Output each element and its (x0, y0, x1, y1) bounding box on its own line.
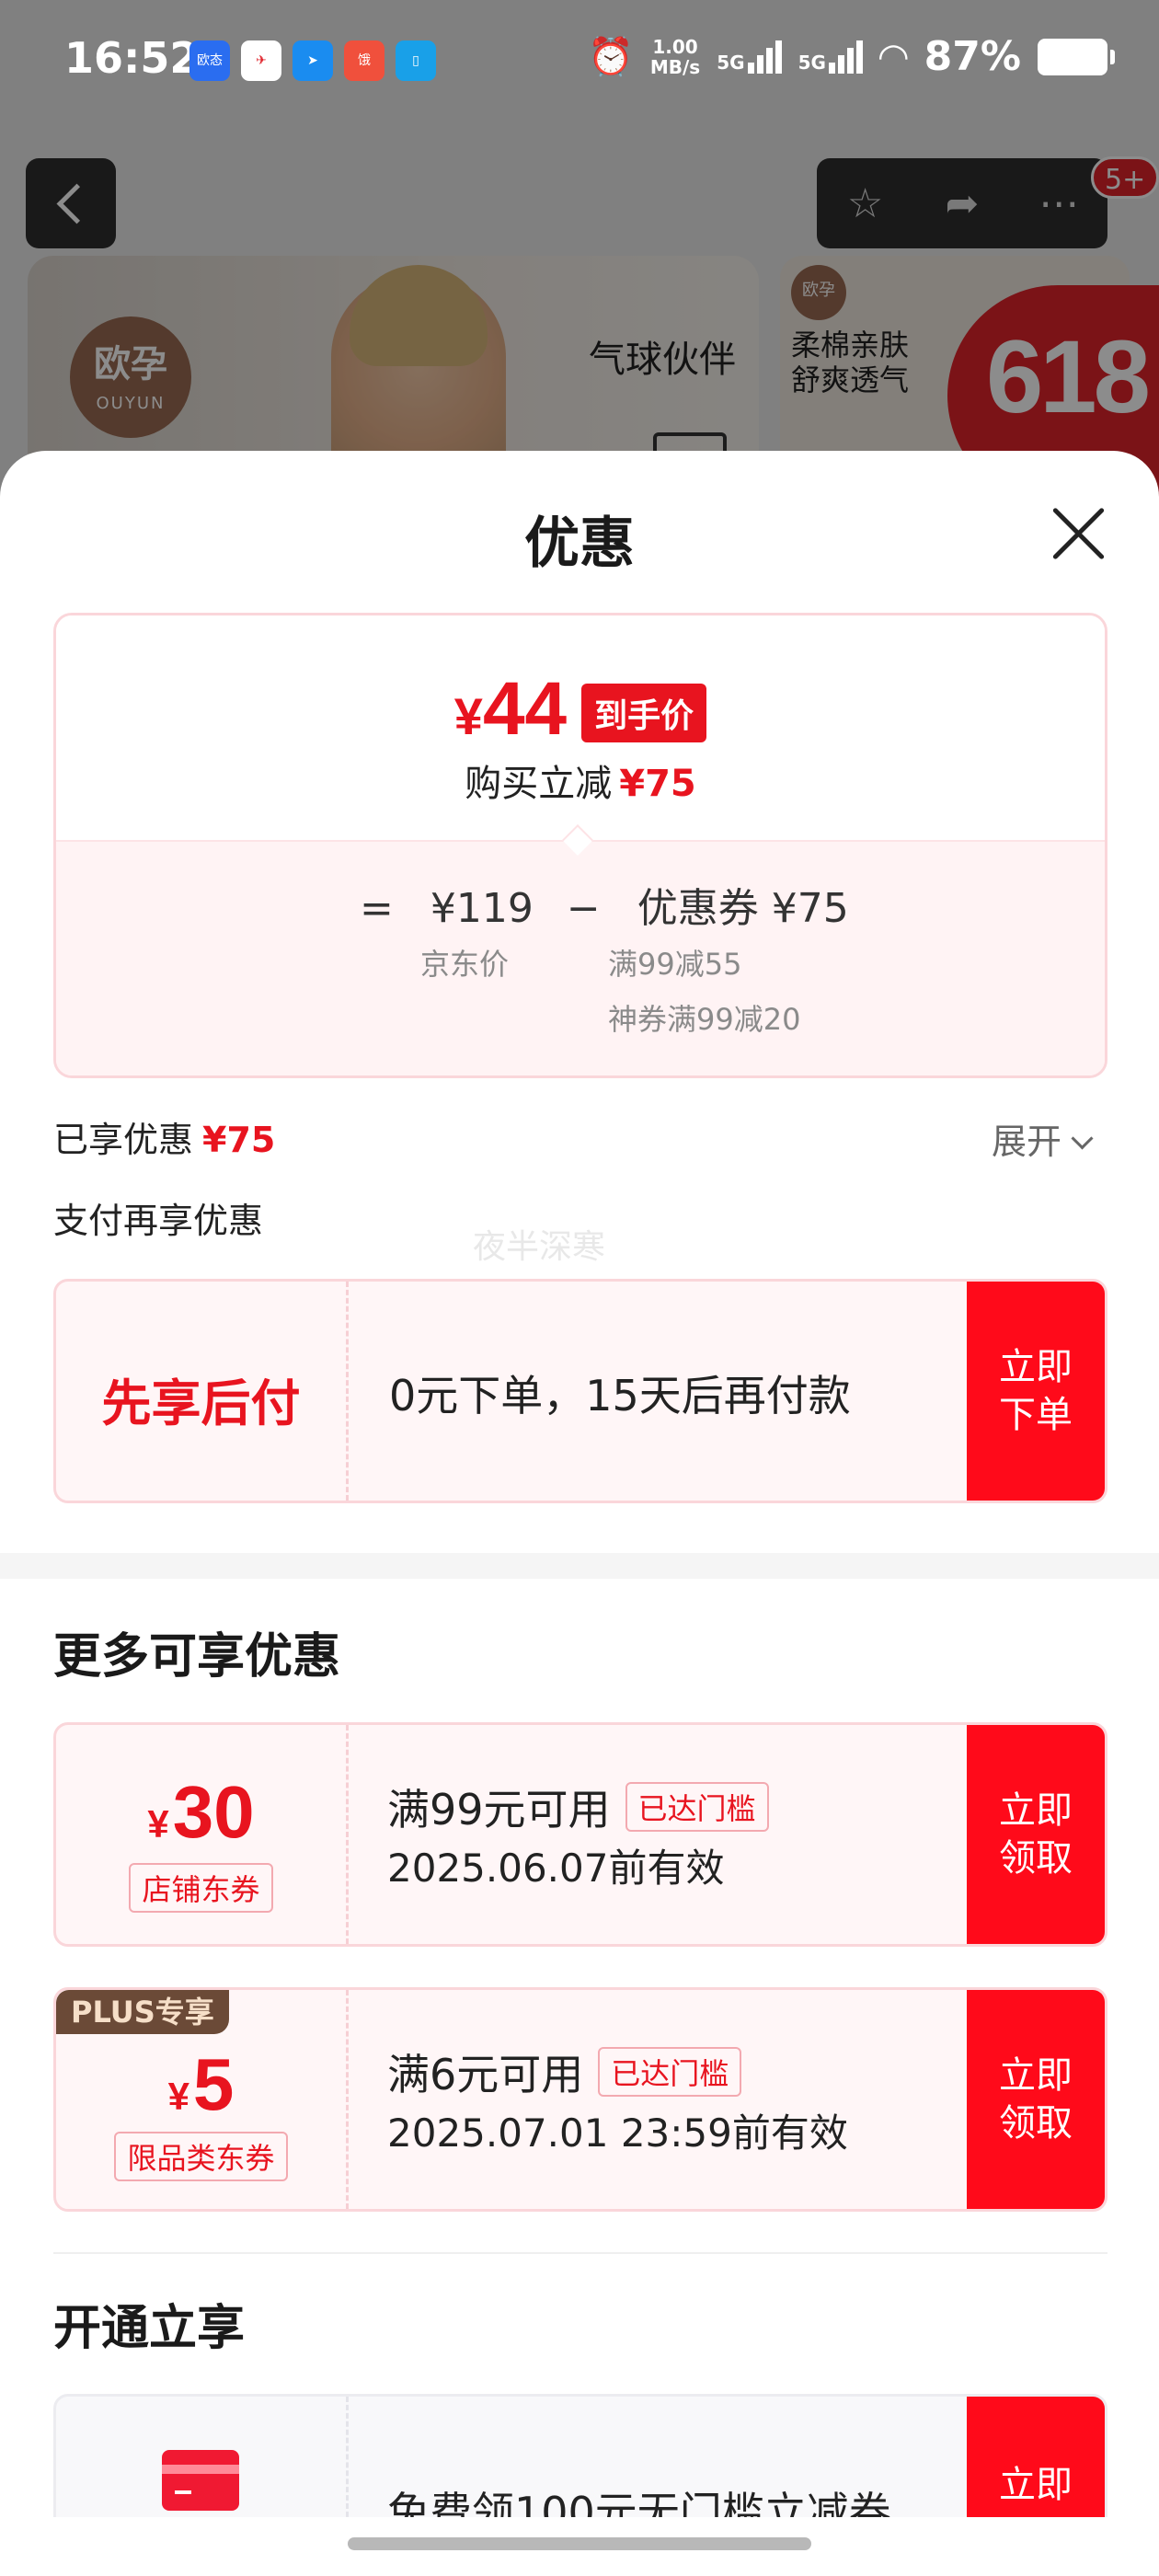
claim-coupon-button[interactable]: 立即领取 (967, 1725, 1105, 1944)
close-icon[interactable] (1049, 502, 1107, 561)
more-discounts-title: 更多可享优惠 (53, 1629, 341, 1685)
battery-level: 87% (924, 33, 1021, 80)
coupon-condition: 满6元可用 已达门槛 (387, 2041, 742, 2102)
coupon-type: 限品类东券 (114, 2132, 288, 2181)
purchase-reduction: 购买立减 ¥75 (465, 763, 696, 805)
pay-later-card: 先享后付 0元下单，15天后再付款 立即下单 (53, 1279, 1107, 1503)
signal-icon: 5G (717, 40, 782, 74)
app-notification-icon: 欧态 (189, 40, 230, 81)
coupon-card: ¥30 店铺东券 满99元可用 已达门槛 2025.06.07前有效 立即领取 (53, 1722, 1107, 1947)
coupon-type: 店铺东券 (129, 1863, 273, 1913)
coupon-condition: 满99元可用 已达门槛 (387, 1777, 769, 1837)
signal-icon: 5G (798, 40, 863, 74)
app-notification-icon: ➤ (293, 40, 333, 81)
section-divider (0, 1553, 1159, 1579)
network-speed: 1.00 MB/s (649, 35, 701, 78)
coupon-validity: 2025.06.07前有效 (387, 1846, 725, 1891)
card-icon (162, 2450, 239, 2511)
sheet-title: 优惠 (524, 512, 635, 576)
pay-later-title: 先享后付 (101, 1374, 301, 1432)
app-notification-icon: 饿 (344, 40, 384, 81)
jd-price: ¥119 (430, 885, 534, 932)
open-membership-title: 开通立享 (53, 2301, 246, 2356)
status-time: 16:52 (64, 33, 200, 83)
final-price-value: 44 (482, 667, 568, 751)
app-notification-icon: ✈ (241, 40, 281, 81)
price-formula: = ¥119− 优惠券 ¥75 (360, 875, 849, 934)
threshold-tag: 已达门槛 (598, 2047, 742, 2097)
final-price: ¥44 到手价 (56, 671, 1105, 755)
coupon-validity: 2025.07.01 23:59前有效 (387, 2110, 848, 2156)
coupon-value: ¥5 (167, 2043, 235, 2125)
enjoyed-discount: 已享优惠 ¥75 (53, 1120, 276, 1160)
pay-later-description: 0元下单，15天后再付款 (389, 1371, 851, 1420)
coupon-detail: 满99减55 (608, 947, 742, 982)
app-notification-icon: ▯ (396, 40, 436, 81)
wifi-icon: ◠ (878, 35, 908, 78)
price-breakdown-card: ¥44 到手价 购买立减 ¥75 = ¥119− 优惠券 ¥75 京东价 满99减55… (53, 613, 1107, 1078)
discount-sheet: 优惠 ¥44 到手价 购买立减 ¥75 = ¥119− 优惠券 ¥75 京东价 满99… (0, 451, 1159, 2576)
order-now-button[interactable]: 立即下单 (967, 1282, 1105, 1501)
coupon-detail: 神券满99减20 (608, 1002, 801, 1037)
coupon-card: PLUS专享 ¥5 限品类东券 满6元可用 已达门槛 2025.07.01 23:… (53, 1987, 1107, 2212)
expand-button[interactable]: 展开 (992, 1113, 1090, 1164)
claim-coupon-button[interactable]: 立即领取 (967, 1990, 1105, 2209)
coupon-value: ¥30 (147, 1771, 255, 1853)
alarm-icon: ⏰ (588, 36, 634, 78)
home-indicator[interactable] (348, 2537, 811, 2550)
threshold-tag: 已达门槛 (625, 1782, 769, 1832)
pay-again-label: 支付再享优惠 (53, 1201, 264, 1241)
coupon-total: 优惠券 ¥75 (637, 885, 849, 932)
section-divider (53, 2252, 1107, 2254)
status-right: ⏰ 1.00 MB/s 5G 5G ◠ 87% (588, 33, 1115, 80)
plus-exclusive-tag: PLUS专享 (56, 1990, 229, 2034)
jd-price-label: 京东价 (420, 947, 510, 982)
final-price-tag: 到手价 (581, 684, 707, 742)
battery-icon (1038, 38, 1115, 75)
status-bar: 16:52 欧态 ✈ ➤ 饿 ▯ ⏰ 1.00 MB/s 5G 5G ◠ 87% (0, 0, 1159, 120)
notification-icons: 欧态 ✈ ➤ 饿 ▯ (189, 40, 436, 81)
watermark: 夜半深寒 (473, 1228, 606, 1266)
